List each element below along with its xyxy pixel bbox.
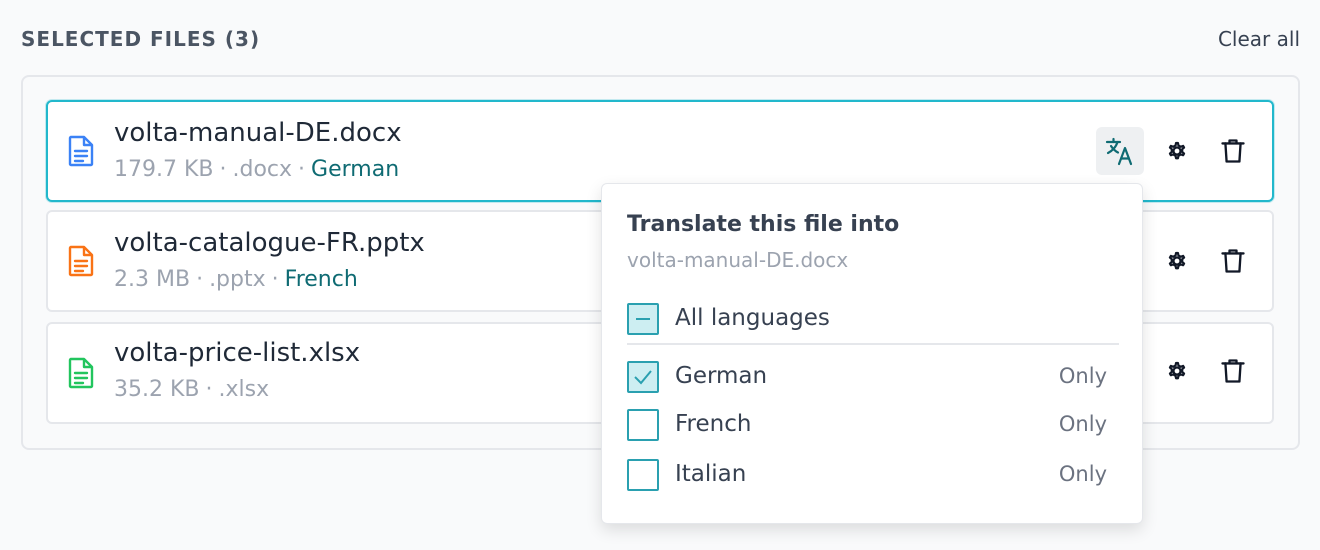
option-label: Italian (675, 461, 747, 487)
translate-icon (1105, 137, 1133, 166)
file-language: German (311, 157, 400, 182)
trash-icon (1221, 359, 1245, 383)
separator: · (205, 377, 213, 402)
option-label: French (675, 411, 752, 437)
divider (627, 343, 1119, 345)
file-name: volta-manual-DE.docx (114, 118, 402, 148)
translate-button[interactable] (1096, 127, 1144, 175)
trash-icon (1221, 139, 1245, 163)
section-title: SELECTED FILES (3) (21, 27, 261, 51)
language-option-italian[interactable]: Italian Only (627, 457, 1119, 493)
separator: · (271, 267, 279, 292)
file-extension: .xlsx (218, 377, 270, 402)
document-icon (68, 135, 94, 167)
only-button[interactable]: Only (1059, 364, 1107, 388)
separator: · (298, 157, 306, 182)
option-label: German (675, 363, 768, 389)
translate-popover: Translate this file into volta-manual-DE… (601, 183, 1143, 524)
trash-icon (1221, 249, 1245, 273)
gear-icon (1168, 141, 1186, 160)
file-name: volta-price-list.xlsx (114, 338, 361, 368)
language-option-french[interactable]: French Only (627, 407, 1119, 443)
only-button[interactable]: Only (1059, 462, 1107, 486)
file-meta: 2.3 MB · .pptx · French (114, 267, 358, 292)
settings-button[interactable] (1153, 237, 1201, 285)
german-checkbox[interactable] (627, 361, 659, 393)
file-meta: 179.7 KB · .docx · German (114, 157, 399, 182)
file-size: 179.7 KB (114, 157, 214, 182)
document-icon (68, 245, 94, 277)
document-icon (68, 357, 94, 389)
delete-button[interactable] (1209, 127, 1257, 175)
delete-button[interactable] (1209, 347, 1257, 395)
gear-icon (1168, 251, 1186, 270)
option-label: All languages (675, 305, 830, 331)
all-languages-option[interactable]: All languages (627, 301, 1119, 337)
gear-icon (1168, 361, 1186, 380)
file-extension: .docx (232, 157, 293, 182)
separator: · (196, 267, 204, 292)
only-button[interactable]: Only (1059, 412, 1107, 436)
checkmark-icon (634, 370, 652, 385)
indeterminate-icon (636, 318, 650, 320)
file-meta: 35.2 KB · .xlsx (114, 377, 269, 402)
clear-all-button[interactable]: Clear all (1218, 27, 1300, 51)
file-name: volta-catalogue-FR.pptx (114, 228, 425, 258)
settings-button[interactable] (1153, 347, 1201, 395)
settings-button[interactable] (1153, 127, 1201, 175)
delete-button[interactable] (1209, 237, 1257, 285)
separator: · (219, 157, 227, 182)
file-size: 35.2 KB (114, 377, 200, 402)
language-option-german[interactable]: German Only (627, 359, 1119, 395)
file-language: French (284, 267, 358, 292)
file-extension: .pptx (209, 267, 266, 292)
popover-subtitle: volta-manual-DE.docx (627, 248, 849, 272)
file-size: 2.3 MB (114, 267, 191, 292)
french-checkbox[interactable] (627, 409, 659, 441)
italian-checkbox[interactable] (627, 459, 659, 491)
popover-title: Translate this file into (627, 212, 900, 237)
all-languages-checkbox[interactable] (627, 303, 659, 335)
selected-files-header: SELECTED FILES (3) Clear all (21, 26, 1300, 56)
